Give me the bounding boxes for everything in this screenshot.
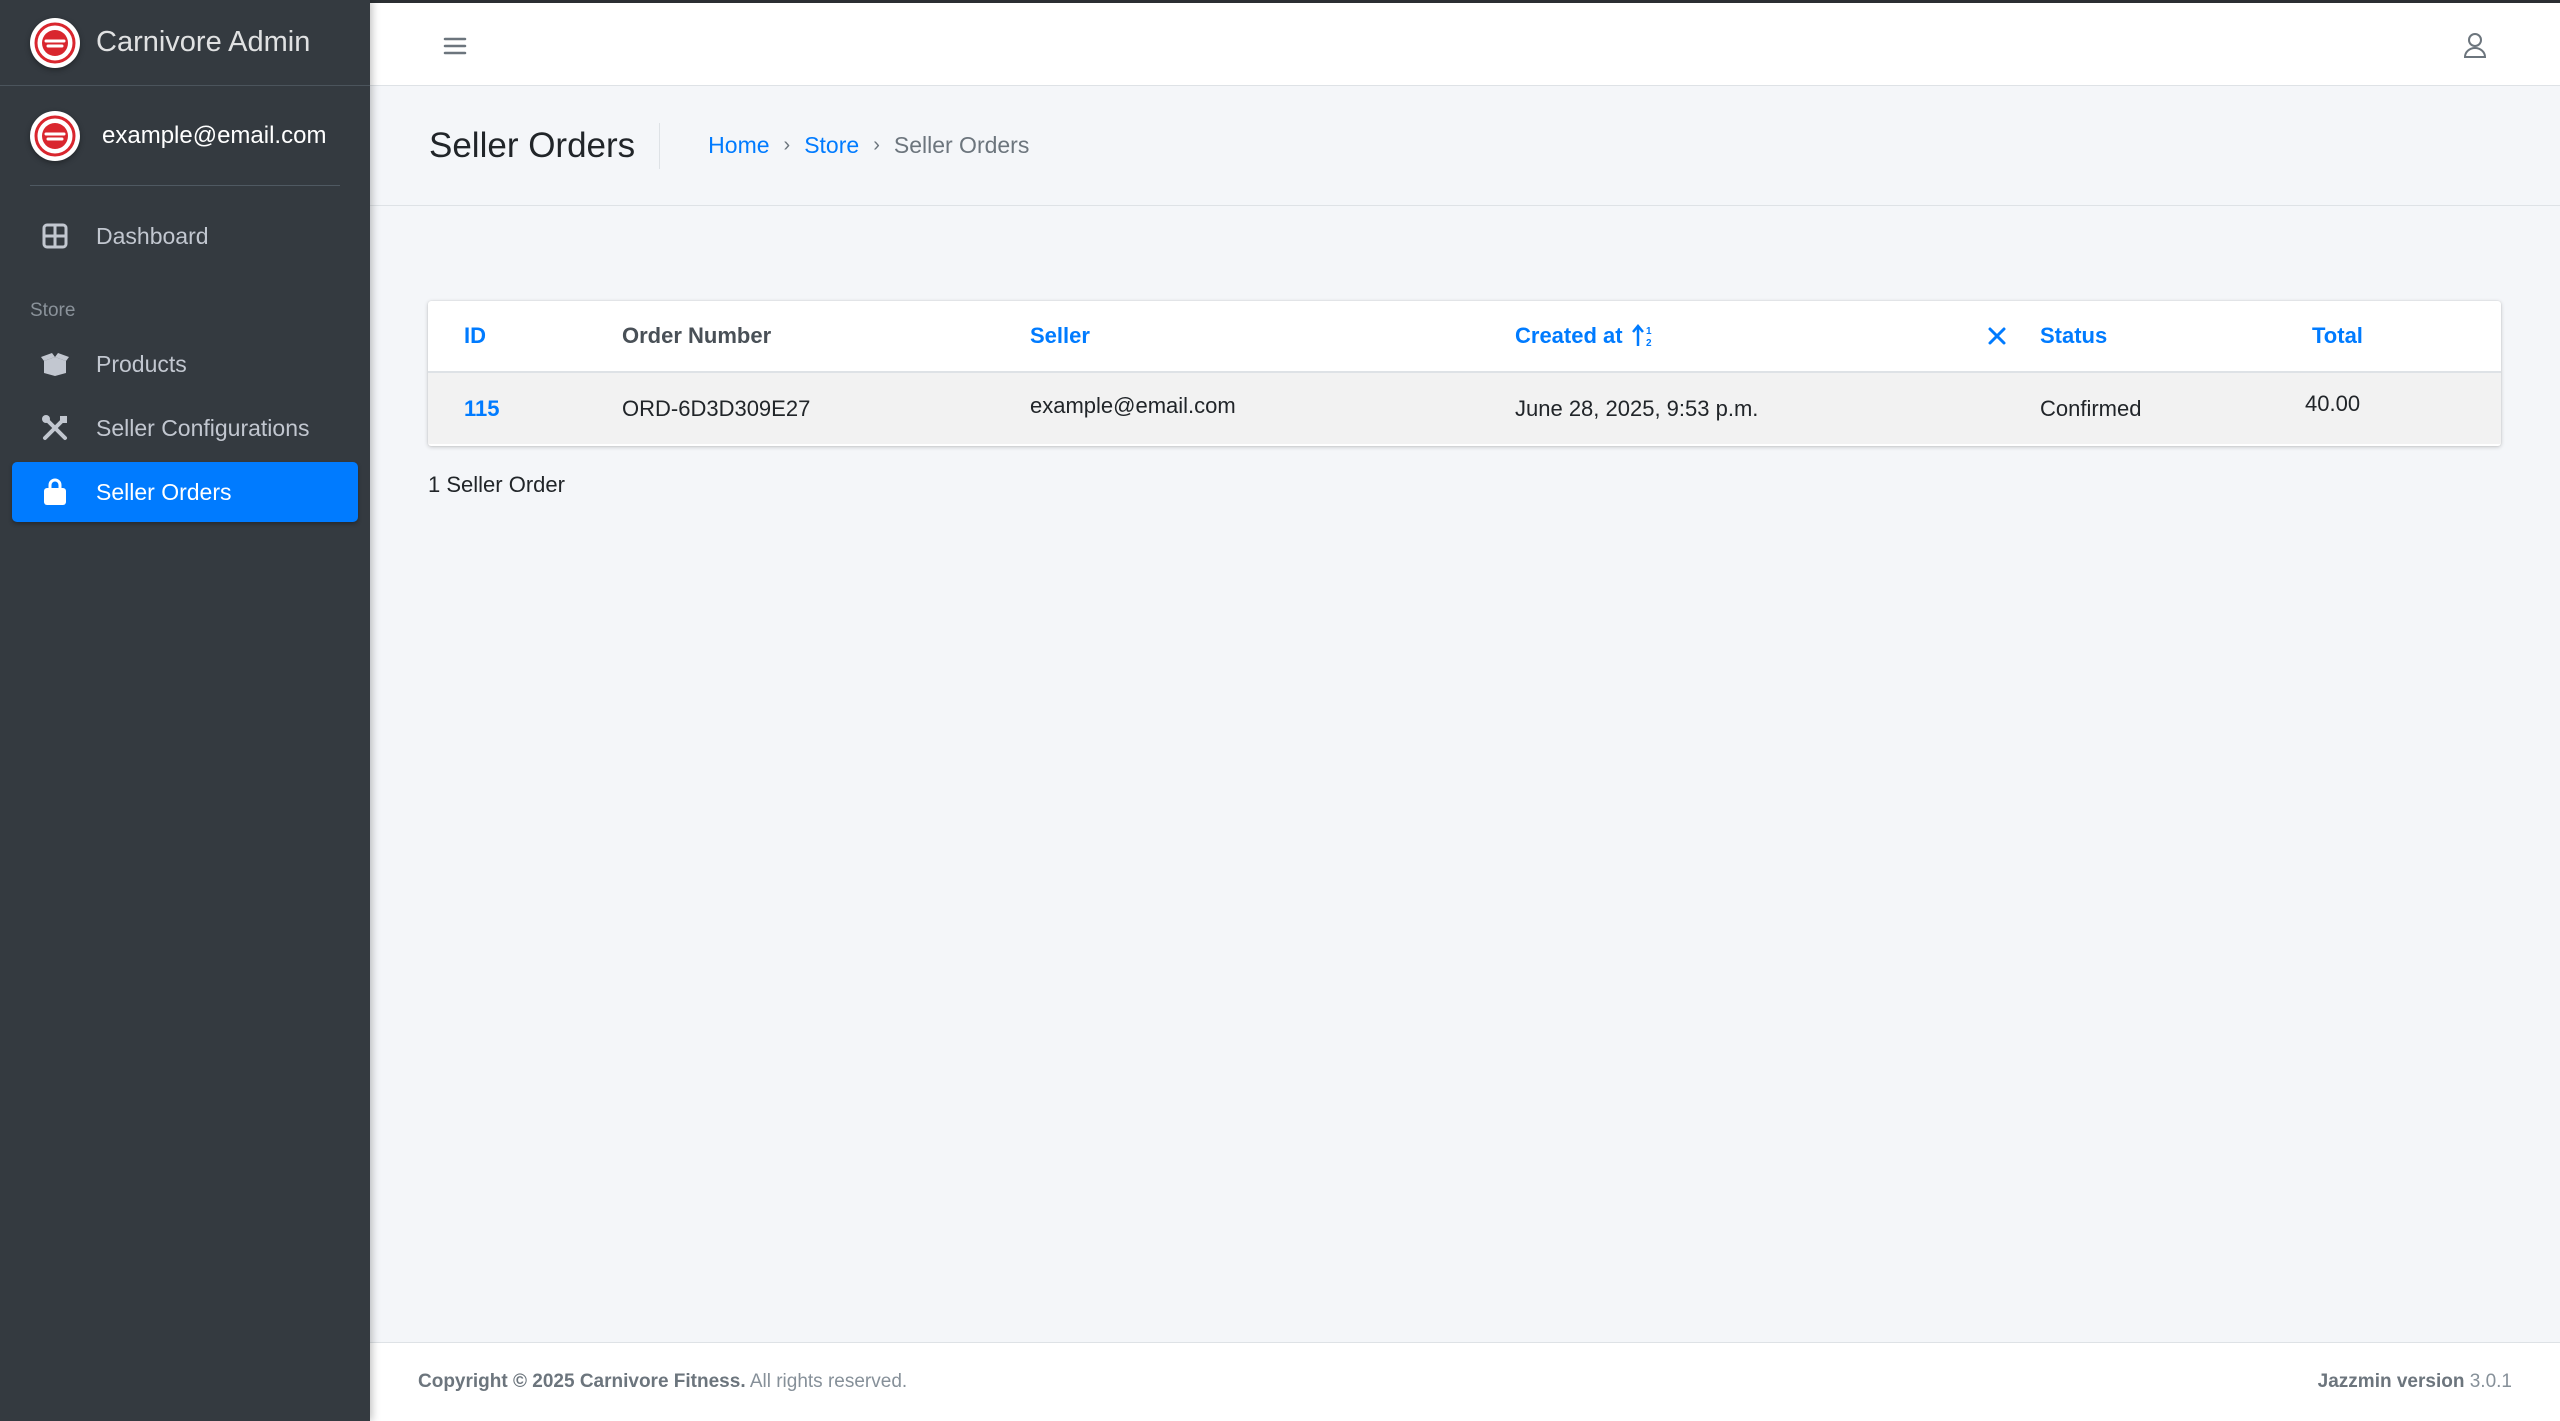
- shopping-bag-icon: [40, 477, 70, 507]
- column-header-total[interactable]: Total: [2312, 323, 2363, 349]
- column-header-seller[interactable]: Seller: [1030, 323, 1090, 349]
- tools-icon: [40, 413, 70, 443]
- breadcrumb-separator: ›: [873, 134, 880, 156]
- column-header-created-at[interactable]: Created at: [1515, 323, 1623, 349]
- sidebar: Carnivore Admin example@email.com Dashbo…: [0, 0, 370, 1421]
- page-title: Seller Orders: [429, 122, 661, 169]
- seller-cell: example@email.com: [1030, 393, 1236, 418]
- sidebar-nav: Dashboard Store Products Seller Configur…: [0, 186, 370, 522]
- user-menu-icon[interactable]: [2460, 30, 2490, 60]
- order-id-link[interactable]: 115: [464, 396, 500, 422]
- footer-version-value: 3.0.1: [2464, 1371, 2512, 1392]
- box-open-icon: [40, 349, 70, 379]
- breadcrumb-separator: ›: [783, 134, 791, 156]
- sidebar-item-seller-configurations[interactable]: Seller Configurations: [12, 398, 358, 458]
- results-table: ID Order Number Seller Created at 1 2 St…: [428, 301, 2501, 446]
- table-row: 115 ORD-6D3D309E27 example@email.com Jun…: [428, 373, 2501, 444]
- order-number-cell: ORD-6D3D309E27: [622, 395, 811, 421]
- footer-copyright-rest: All rights reserved.: [745, 1371, 908, 1392]
- table-header-row: ID Order Number Seller Created at 1 2 St…: [428, 301, 2501, 373]
- sidebar-item-label: Products: [96, 350, 187, 377]
- hamburger-menu-icon[interactable]: [440, 31, 470, 61]
- footer-copyright-bold: Copyright © 2025 Carnivore Fitness.: [418, 1371, 746, 1392]
- clear-sort-icon[interactable]: [1986, 325, 2008, 353]
- results-count: 1 Seller Order: [428, 472, 565, 497]
- user-email[interactable]: example@email.com: [102, 122, 326, 150]
- sidebar-item-seller-orders[interactable]: Seller Orders: [12, 462, 358, 522]
- total-cell: 40.00: [2305, 391, 2361, 416]
- footer: Copyright © 2025 Carnivore Fitness. All …: [370, 1342, 2560, 1421]
- brand-link[interactable]: Carnivore Admin: [0, 0, 370, 86]
- avatar: [30, 110, 80, 161]
- column-header-id[interactable]: ID: [464, 323, 486, 349]
- breadcrumb: Home › Store › Seller Orders: [708, 132, 1029, 159]
- column-header-status[interactable]: Status: [2040, 323, 2107, 349]
- footer-version-label: Jazzmin version: [2317, 1371, 2465, 1392]
- sidebar-item-label: Seller Configurations: [96, 414, 310, 441]
- column-header-order-number: Order Number: [622, 323, 772, 348]
- sidebar-item-products[interactable]: Products: [12, 334, 358, 394]
- breadcrumb-store-link[interactable]: Store: [804, 132, 859, 159]
- sidebar-item-label: Seller Orders: [96, 478, 232, 505]
- brand-logo-icon: [30, 17, 80, 68]
- footer-version: Jazzmin version 3.0.1: [2318, 1371, 2512, 1393]
- svg-text:1: 1: [1646, 326, 1652, 337]
- svg-text:2: 2: [1646, 338, 1652, 349]
- user-panel[interactable]: example@email.com: [30, 86, 340, 186]
- status-cell: Confirmed: [2040, 395, 2142, 421]
- sidebar-item-dashboard[interactable]: Dashboard: [12, 206, 358, 266]
- sidebar-item-label: Dashboard: [96, 222, 209, 249]
- footer-copyright: Copyright © 2025 Carnivore Fitness. All …: [418, 1371, 907, 1393]
- top-navbar: [370, 0, 2560, 86]
- sort-ascending-icon[interactable]: 1 2: [1631, 323, 1657, 355]
- brand-text: Carnivore Admin: [96, 26, 311, 58]
- breadcrumb-current: Seller Orders: [893, 132, 1030, 158]
- created-at-cell: June 28, 2025, 9:53 p.m.: [1515, 395, 1759, 421]
- breadcrumb-home-link[interactable]: Home: [708, 132, 769, 159]
- content-header: Seller Orders Home › Store › Seller Orde…: [370, 86, 2560, 206]
- grid-icon: [40, 221, 70, 251]
- sidebar-section-header: Store: [30, 300, 76, 321]
